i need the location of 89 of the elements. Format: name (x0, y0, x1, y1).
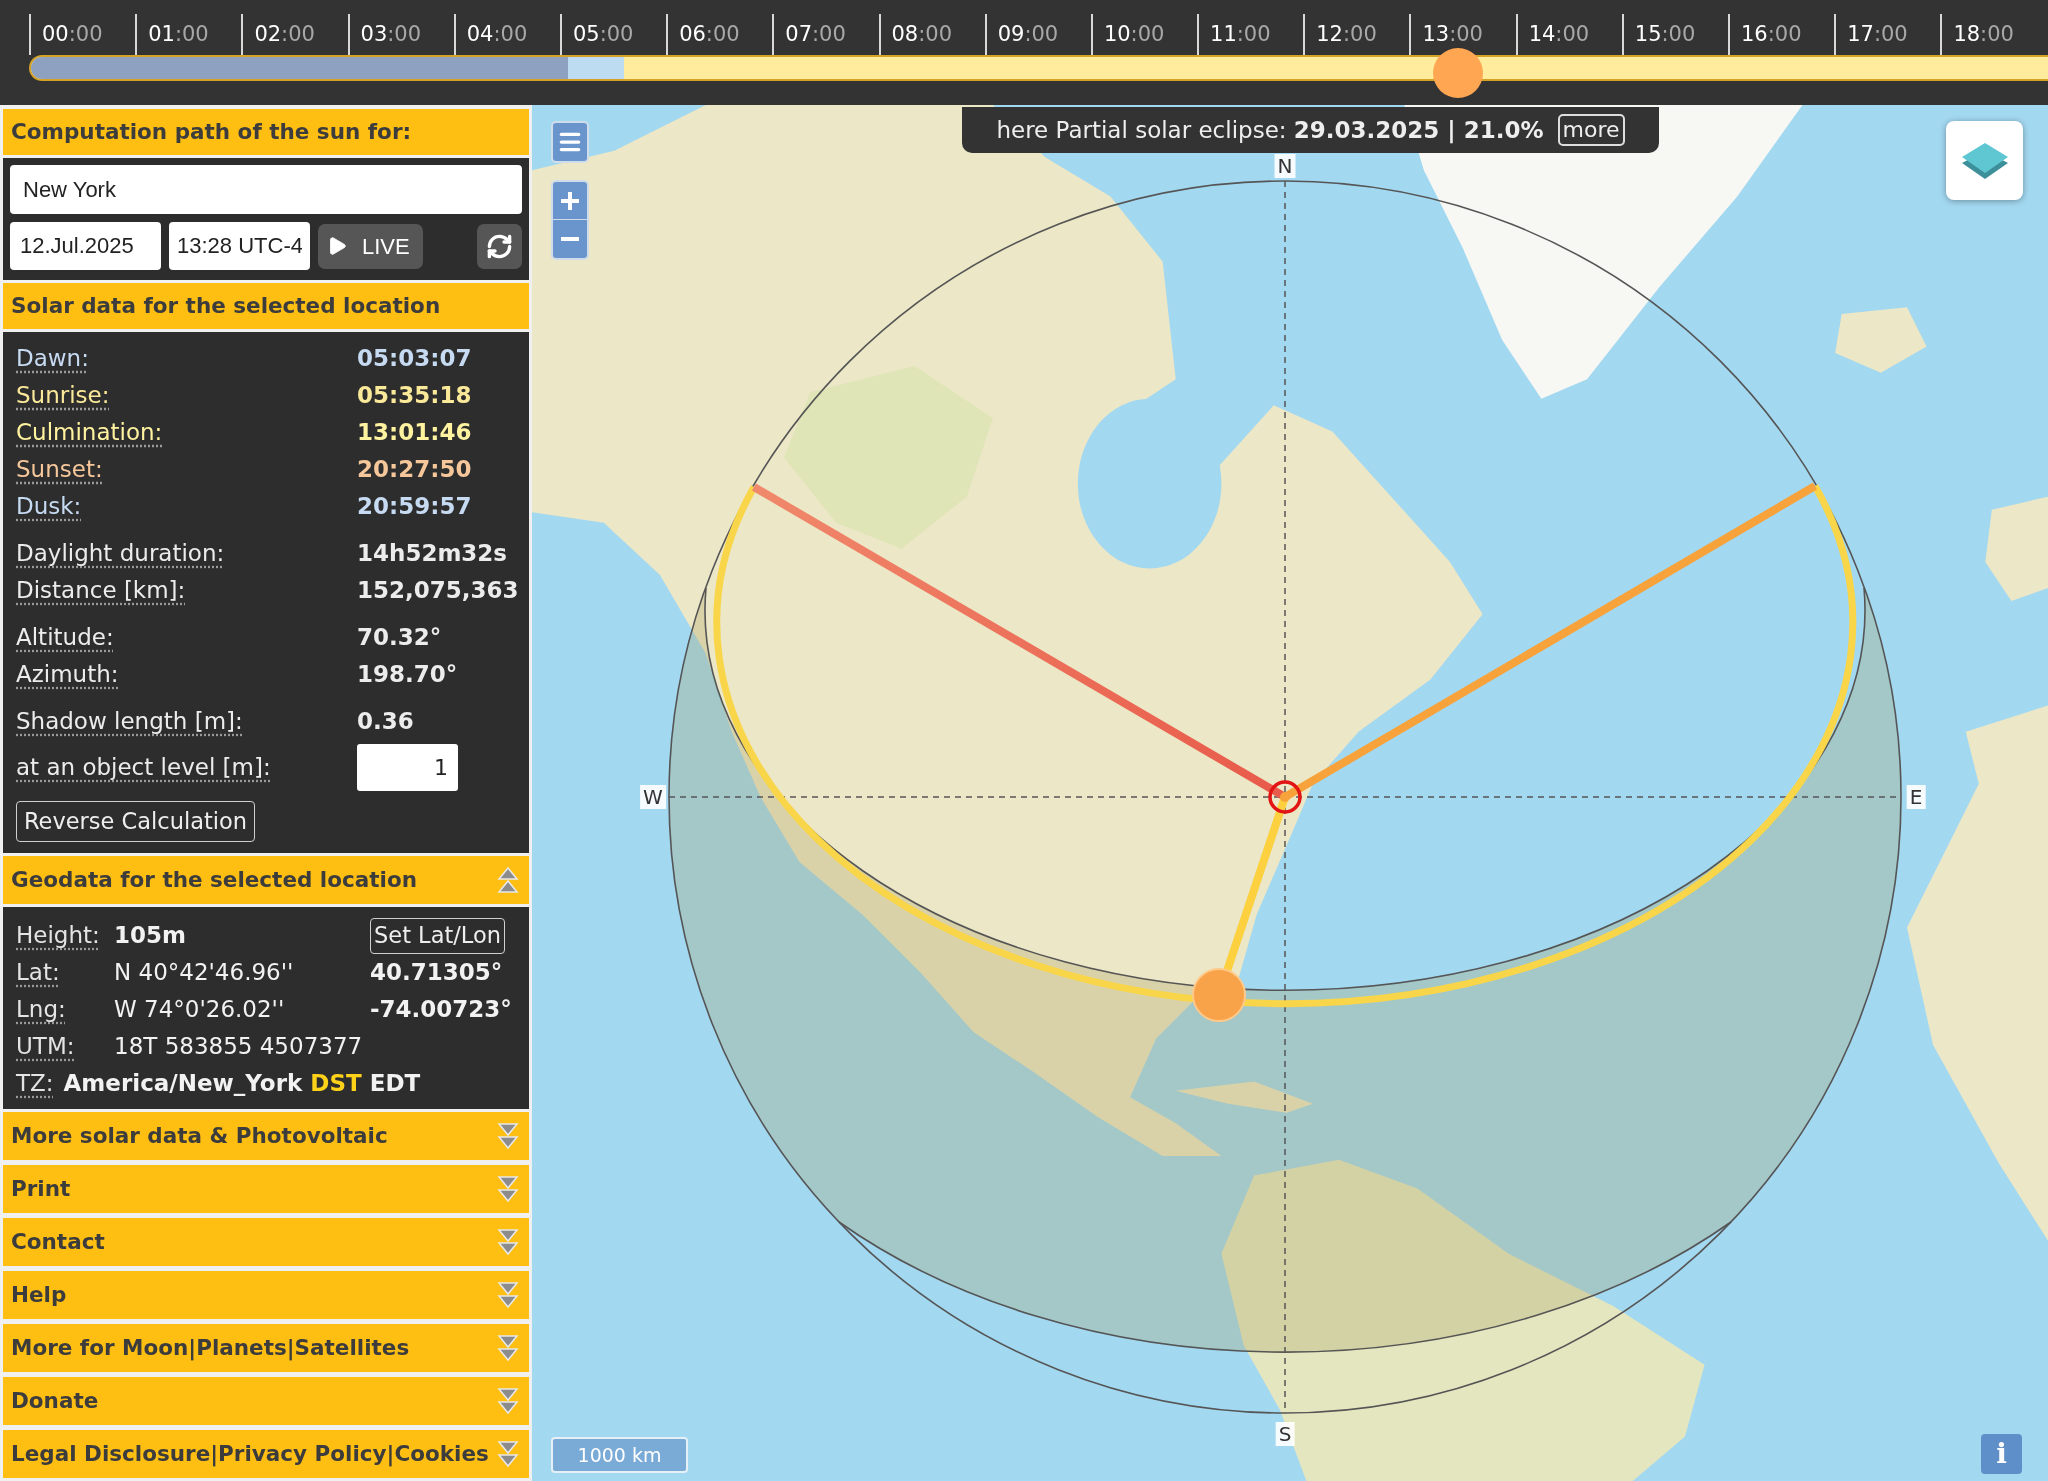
plus-icon (561, 191, 579, 210)
hour-label: 18:00 (1953, 24, 2014, 45)
data-value: 0.36 (357, 710, 414, 733)
minus-icon (561, 237, 579, 241)
data-value: 105m (114, 924, 186, 947)
data-value: 198.70° (357, 663, 458, 686)
section-toggle[interactable]: Donate (3, 1377, 529, 1425)
menu-button[interactable] (551, 121, 589, 163)
hour-label: 16:00 (1741, 24, 1802, 45)
data-value: W 74°0'26.02'' (114, 998, 285, 1021)
hour-label: 01:00 (148, 24, 209, 45)
hour-label: 00:00 (42, 24, 103, 45)
live-button[interactable]: LIVE (318, 223, 423, 269)
data-label: Daylight duration: (16, 542, 225, 565)
hour-label: 05:00 (572, 24, 634, 45)
hour-label: 10:00 (1103, 24, 1165, 45)
hour-label: 08:00 (891, 24, 953, 45)
panel-header: Solar data for the selected location (3, 283, 529, 329)
section-toggle[interactable]: More solar data & Photovoltaic (3, 1112, 529, 1160)
timezone-value: America/New_York DST EDT (63, 1072, 421, 1095)
time-input[interactable]: 13:28 UTC-4 (169, 222, 310, 270)
more-button[interactable]: more (1557, 114, 1625, 146)
section-toggle[interactable]: Contact (3, 1218, 529, 1266)
hour-label: 11:00 (1210, 24, 1271, 45)
data-value: 05:35:18 (357, 384, 472, 407)
hour-label: 13:00 (1422, 24, 1483, 45)
data-label: Height: (16, 924, 100, 947)
data-label: at an object level [m]: (16, 756, 271, 779)
reverse-calculation-button[interactable]: Reverse Calculation (16, 801, 256, 842)
section-toggle[interactable]: Help (3, 1271, 529, 1319)
data-label: UTM: (16, 1035, 75, 1058)
decimal-value: 40.71305° (370, 961, 503, 984)
compass-label: N (1274, 154, 1296, 178)
hour-label: 14:00 (1528, 24, 1590, 45)
hour-label: 09:00 (997, 24, 1059, 45)
data-label: Dusk: (16, 495, 82, 518)
layers-button[interactable] (1946, 121, 2023, 200)
data-label: Dawn: (16, 347, 89, 370)
data-value: 13:01:46 (357, 421, 472, 444)
data-value: 05:03:07 (357, 347, 472, 370)
zoom-out-button[interactable] (553, 220, 587, 258)
section-toggle[interactable]: Print (3, 1165, 529, 1213)
data-value: 14h52m32s (357, 542, 508, 565)
hour-label: 04:00 (466, 24, 528, 45)
date-input[interactable]: 12.Jul.2025 (10, 222, 161, 270)
data-label: Sunset: (16, 458, 103, 481)
hour-label: 06:00 (679, 24, 740, 45)
data-value: 20:27:50 (357, 458, 472, 481)
hour-label: 02:00 (254, 24, 315, 45)
refresh-button[interactable] (477, 223, 522, 269)
refresh-icon (486, 232, 513, 260)
hour-label: 15:00 (1634, 24, 1696, 45)
compass-label: E (1906, 785, 1926, 809)
set-lat-lon-button[interactable]: Set Lat/Lon (370, 917, 505, 954)
eclipse-notice: here Partial solar eclipse: 29.03.2025 | 21.0% (996, 115, 1544, 146)
object-level-input[interactable]: 1 (357, 744, 458, 791)
hour-label: 12:00 (1316, 24, 1377, 45)
hour-label: 03:00 (360, 24, 422, 45)
compass-label: S (1275, 1422, 1295, 1446)
location-marker[interactable] (1268, 780, 1302, 814)
location-input[interactable]: New York (10, 165, 522, 214)
data-label: Culmination: (16, 421, 163, 444)
timeline-thumb[interactable] (1433, 48, 1484, 98)
data-label: Lng: (16, 998, 66, 1021)
decimal-value: -74.00723° (370, 998, 512, 1021)
section-toggle[interactable]: Geodata for the selected location (3, 856, 529, 904)
data-value: 20:59:57 (357, 495, 472, 518)
data-label: Distance [km]: (16, 579, 186, 602)
data-label: Sunrise: (16, 384, 110, 407)
data-label: Shadow length [m]: (16, 710, 243, 733)
data-label: Azimuth: (16, 663, 119, 686)
data-value: 18T 583855 4507377 (114, 1035, 363, 1058)
hour-label: 17:00 (1847, 24, 1908, 45)
section-toggle[interactable]: More for Moon|Planets|Satellites (3, 1324, 529, 1372)
data-label: Altitude: (16, 626, 114, 649)
sun-marker[interactable] (1192, 968, 1246, 1022)
timeline-slider[interactable] (29, 48, 2048, 98)
data-value: 70.32° (357, 626, 442, 649)
section-toggle[interactable]: Legal Disclosure|Privacy Policy|Cookies (3, 1430, 529, 1478)
compass-label: W (640, 785, 666, 809)
zoom-in-button[interactable] (553, 182, 587, 220)
hour-label: 07:00 (785, 24, 846, 45)
info-button[interactable]: i (1981, 1434, 2022, 1474)
data-value: 152,075,363 (357, 579, 519, 602)
data-label: TZ: (16, 1072, 54, 1095)
data-label: Lat: (16, 961, 60, 984)
scale-bar: 1000 km (551, 1437, 688, 1473)
panel-header: Computation path of the sun for: (3, 109, 529, 155)
data-value: N 40°42'46.96'' (114, 961, 294, 984)
